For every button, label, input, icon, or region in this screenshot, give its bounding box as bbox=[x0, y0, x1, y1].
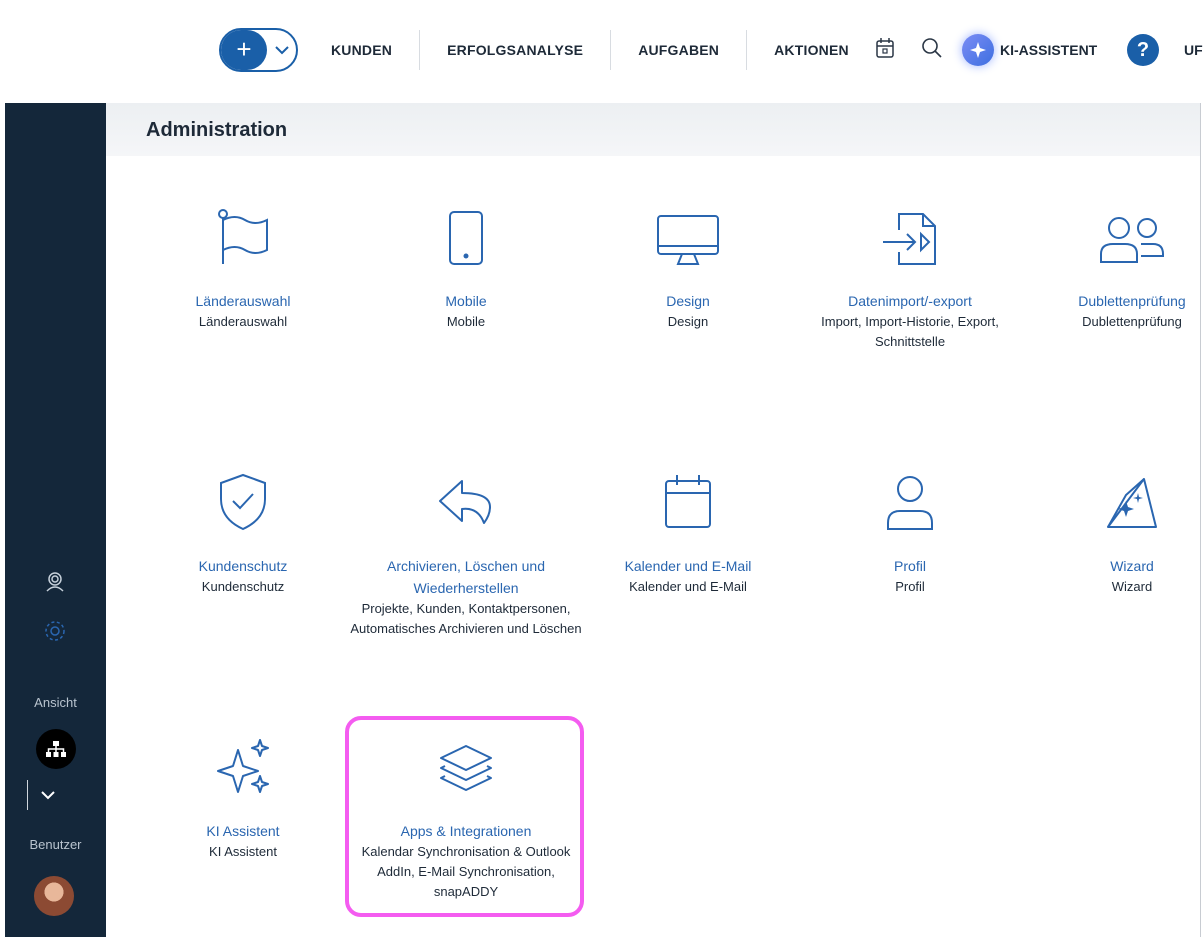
tile-laenderauswahl[interactable]: Länderauswahl Länderauswahl bbox=[127, 196, 359, 332]
chevron-down-icon[interactable] bbox=[267, 30, 296, 70]
ki-assistant-label: KI-ASSISTENT bbox=[1000, 42, 1098, 58]
help-icon[interactable]: ? bbox=[1127, 34, 1159, 66]
highlight-frame bbox=[345, 716, 584, 917]
reply-arrow-icon bbox=[350, 461, 582, 531]
flag-icon bbox=[127, 196, 359, 266]
settings-gear-icon[interactable] bbox=[43, 619, 67, 648]
tile-title[interactable]: Profil bbox=[794, 555, 1026, 577]
tile-design[interactable]: Design Design bbox=[572, 196, 804, 332]
monitor-icon bbox=[572, 196, 804, 266]
view-switch-button[interactable] bbox=[36, 729, 76, 769]
nav-aktionen[interactable]: AKTIONEN bbox=[747, 30, 876, 70]
tile-desc: Kalender und E-Mail bbox=[629, 579, 747, 594]
tile-title[interactable]: Datenimport/-export bbox=[794, 290, 1026, 312]
tile-title[interactable]: Wizard bbox=[1016, 555, 1204, 577]
tile-dublettenpruefung[interactable]: Dublettenprüfung Dublettenprüfung bbox=[1016, 196, 1204, 332]
tile-title[interactable]: KI Assistent bbox=[127, 820, 359, 842]
nav-kunden[interactable]: KUNDEN bbox=[304, 30, 421, 70]
user-icon bbox=[794, 461, 1026, 531]
tile-kundenschutz[interactable]: Kundenschutz Kundenschutz bbox=[127, 461, 359, 597]
org-chart-icon bbox=[46, 741, 66, 757]
tile-title[interactable]: Kalender und E-Mail bbox=[572, 555, 804, 577]
tile-desc: Profil bbox=[895, 579, 925, 594]
benutzer-label: Benutzer bbox=[29, 837, 82, 852]
tile-desc: Wizard bbox=[1111, 579, 1153, 594]
ki-assistant-button[interactable]: KI-ASSISTENT bbox=[962, 34, 1097, 66]
tile-desc: Import, Import-Historie, Export, Schnitt… bbox=[821, 314, 999, 349]
add-new-button[interactable]: + bbox=[219, 28, 298, 72]
tile-desc: Kundenschutz bbox=[201, 579, 285, 594]
view-dropdown[interactable] bbox=[27, 780, 67, 810]
tile-title[interactable]: Design bbox=[572, 290, 804, 312]
tile-desc: Design bbox=[667, 314, 709, 329]
sparkle-icon bbox=[962, 34, 994, 66]
tile-desc: Dublettenprüfung bbox=[1082, 314, 1182, 329]
sparkles-icon bbox=[127, 726, 359, 796]
wizard-hat-icon bbox=[1016, 461, 1204, 531]
page-title: Administration bbox=[146, 119, 288, 141]
tile-desc: Mobile bbox=[446, 314, 486, 329]
tile-archivieren[interactable]: Archivieren, Löschen und Wiederherstelle… bbox=[350, 461, 582, 639]
ansicht-label: Ansicht bbox=[34, 695, 77, 710]
tile-ki-assistent[interactable]: KI Assistent KI Assistent bbox=[127, 726, 359, 862]
sidebar: Ansicht Benutzer bbox=[5, 103, 106, 937]
smartphone-icon bbox=[350, 196, 582, 266]
tile-mobile[interactable]: Mobile Mobile bbox=[350, 196, 582, 332]
tile-datenimport-export[interactable]: Datenimport/-export Import, Import-Histo… bbox=[794, 196, 1026, 352]
user-avatar[interactable] bbox=[34, 876, 74, 916]
user-menu-partial[interactable]: UF bbox=[1184, 42, 1203, 58]
tile-title[interactable]: Kundenschutz bbox=[127, 555, 359, 577]
tile-profil[interactable]: Profil Profil bbox=[794, 461, 1026, 597]
calendar-icon[interactable] bbox=[875, 36, 895, 65]
tile-kalender-email[interactable]: Kalender und E-Mail Kalender und E-Mail bbox=[572, 461, 804, 597]
nav-erfolgsanalyse[interactable]: ERFOLGSANALYSE bbox=[420, 30, 612, 70]
tile-wizard[interactable]: Wizard Wizard bbox=[1016, 461, 1204, 597]
nav-aufgaben[interactable]: AUFGABEN bbox=[611, 30, 748, 70]
file-import-icon bbox=[794, 196, 1026, 266]
tile-title[interactable]: Länderauswahl bbox=[127, 290, 359, 312]
tile-title[interactable]: Dublettenprüfung bbox=[1016, 290, 1204, 312]
page-header: Administration bbox=[106, 103, 1200, 156]
shield-check-icon bbox=[127, 461, 359, 531]
main-nav: KUNDEN ERFOLGSANALYSE AUFGABEN AKTIONEN bbox=[304, 30, 876, 70]
tile-desc: Projekte, Kunden, Kontaktpersonen, Autom… bbox=[350, 601, 582, 636]
search-icon[interactable] bbox=[920, 36, 944, 65]
chevron-down-icon bbox=[40, 790, 55, 799]
top-bar: + KUNDEN ERFOLGSANALYSE AUFGABEN AKTIONE… bbox=[0, 0, 1204, 103]
tile-desc: KI Assistent bbox=[209, 844, 277, 859]
tile-title[interactable]: Mobile bbox=[350, 290, 582, 312]
plus-icon[interactable]: + bbox=[221, 30, 267, 70]
calendar-icon bbox=[572, 461, 804, 531]
support-agent-icon[interactable] bbox=[43, 569, 67, 598]
users-icon bbox=[1016, 196, 1204, 266]
tile-title[interactable]: Archivieren, Löschen und Wiederherstelle… bbox=[350, 555, 582, 599]
tile-desc: Länderauswahl bbox=[198, 314, 288, 329]
